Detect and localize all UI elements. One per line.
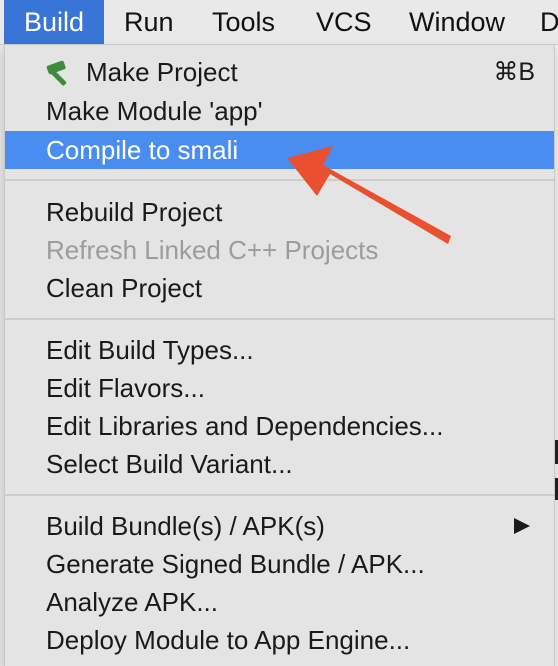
menu-item-select-build-variant[interactable]: Select Build Variant... bbox=[5, 445, 554, 483]
menu-item-label: Edit Build Types... bbox=[46, 335, 254, 365]
menu-item-edit-flavors[interactable]: Edit Flavors... bbox=[5, 369, 554, 407]
menu-item-label: Make Module 'app' bbox=[46, 96, 263, 126]
menu-separator bbox=[5, 318, 554, 320]
menu-bar: Build Run Tools VCS Window D bbox=[0, 0, 558, 45]
menu-item-label: Select Build Variant... bbox=[46, 449, 293, 479]
menu-separator bbox=[5, 179, 554, 181]
build-menu-dropdown: Make Project ⌘B Make Module 'app' Compil… bbox=[4, 45, 555, 666]
menu-item-build-bundle-apk[interactable]: Build Bundle(s) / APK(s) bbox=[5, 507, 554, 545]
menu-item-label: Clean Project bbox=[46, 273, 203, 303]
menu-item-make-module[interactable]: Make Module 'app' bbox=[5, 92, 554, 130]
menu-item-make-project[interactable]: Make Project ⌘B bbox=[5, 53, 554, 91]
shortcut-label: ⌘B bbox=[493, 58, 535, 86]
menu-item-edit-libraries[interactable]: Edit Libraries and Dependencies... bbox=[5, 407, 554, 445]
menu-item-compile-to-smali[interactable]: Compile to smali bbox=[5, 131, 554, 169]
menu-item-label: Compile to smali bbox=[46, 135, 239, 165]
menu-item-label: Build Bundle(s) / APK(s) bbox=[46, 511, 325, 541]
menu-item-generate-signed-bundle[interactable]: Generate Signed Bundle / APK... bbox=[5, 545, 554, 583]
menu-build[interactable]: Build bbox=[4, 0, 104, 44]
menu-item-deploy-app-engine[interactable]: Deploy Module to App Engine... bbox=[5, 621, 554, 659]
menu-item-label: Edit Flavors... bbox=[46, 373, 205, 403]
menu-item-label: Make Project bbox=[86, 57, 238, 87]
menu-item-refresh-linked-cpp: Refresh Linked C++ Projects bbox=[5, 231, 554, 269]
menu-item-analyze-apk[interactable]: Analyze APK... bbox=[5, 583, 554, 621]
menu-item-label: Deploy Module to App Engine... bbox=[46, 625, 411, 655]
menu-item-rebuild-project[interactable]: Rebuild Project bbox=[5, 193, 554, 231]
submenu-arrow-icon bbox=[514, 518, 530, 534]
menu-item-label: Refresh Linked C++ Projects bbox=[46, 235, 379, 265]
menu-separator bbox=[5, 494, 554, 496]
hammer-icon bbox=[46, 60, 67, 86]
menu-window[interactable]: Window bbox=[409, 0, 505, 44]
menu-vcs[interactable]: VCS bbox=[316, 0, 372, 44]
menu-item-label: Generate Signed Bundle / APK... bbox=[46, 549, 425, 579]
menu-item-edit-build-types[interactable]: Edit Build Types... bbox=[5, 331, 554, 369]
menu-d-truncated[interactable]: D bbox=[540, 0, 558, 44]
menu-item-clean-project[interactable]: Clean Project bbox=[5, 269, 554, 307]
menu-run[interactable]: Run bbox=[124, 0, 174, 44]
menu-item-label: Analyze APK... bbox=[46, 587, 218, 617]
menu-item-label: Rebuild Project bbox=[46, 197, 223, 227]
menu-item-label: Edit Libraries and Dependencies... bbox=[46, 411, 444, 441]
menu-tools[interactable]: Tools bbox=[212, 0, 275, 44]
